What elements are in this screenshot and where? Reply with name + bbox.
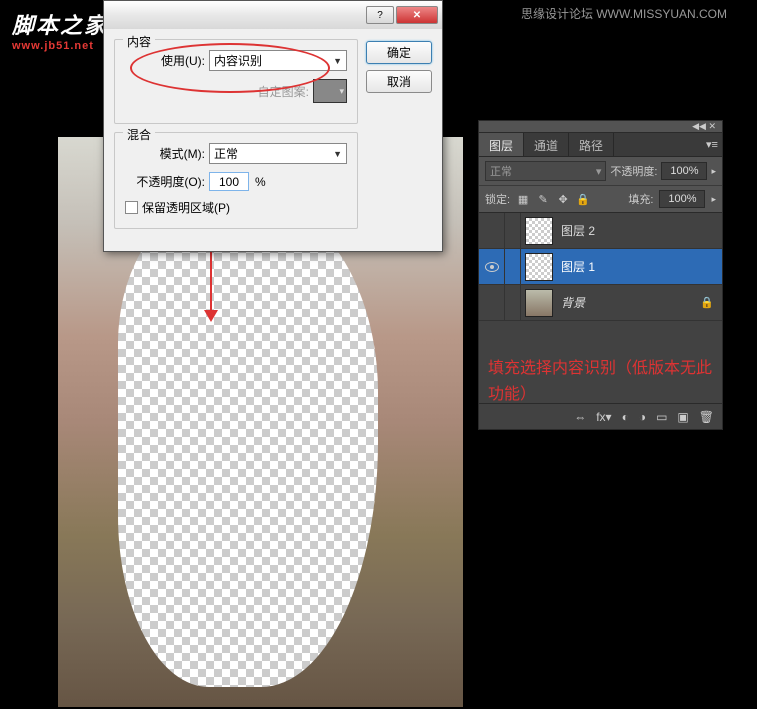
chevron-down-icon: ▾: [596, 165, 602, 178]
layer-row[interactable]: 图层 1: [479, 249, 722, 285]
tab-paths[interactable]: 路径: [569, 133, 614, 156]
link-col: [505, 285, 521, 320]
delete-layer-icon[interactable]: 🗑: [699, 410, 714, 424]
cancel-button[interactable]: 取消: [366, 70, 432, 93]
new-layer-icon[interactable]: ▣: [677, 410, 688, 424]
watermark-cn: 脚本之家: [12, 8, 108, 40]
fill-label: 填充:: [628, 191, 653, 207]
ok-button[interactable]: 确定: [366, 41, 432, 64]
transparent-selection: [118, 197, 378, 687]
layer-name[interactable]: 图层 1: [561, 258, 595, 275]
watermark-url: www.jb51.net: [12, 40, 108, 52]
opacity-input[interactable]: [209, 172, 249, 191]
visibility-toggle[interactable]: [479, 213, 505, 248]
watermark-forum: 思缘设计论坛 WWW.MISSYUAN.COM: [521, 5, 727, 22]
chevron-right-icon[interactable]: ▸: [711, 194, 716, 205]
blend-mode-value: 正常: [490, 163, 512, 179]
chevron-right-icon[interactable]: ▸: [711, 166, 716, 177]
blend-fieldset: 混合 模式(M): 正常 ▼ 不透明度(O): % 保留透明区域(P): [114, 132, 358, 229]
fill-dialog: ? ✕ 内容 使用(U): 内容识别 ▼ 自定图案: ▾: [103, 0, 443, 252]
layer-mask-icon[interactable]: ◐: [622, 410, 629, 424]
watermark-logo: 脚本之家 www.jb51.net: [12, 8, 108, 52]
opacity-label: 不透明度(O):: [125, 173, 205, 190]
opacity-suffix: %: [255, 175, 266, 189]
layer-fx-icon[interactable]: fx▾: [596, 410, 611, 424]
layer-thumbnail[interactable]: [525, 253, 553, 281]
layer-group-icon[interactable]: ▭: [656, 410, 667, 424]
chevron-down-icon: ▾: [339, 86, 344, 97]
panel-menu-icon[interactable]: ▾≡: [702, 133, 722, 156]
lock-position-icon[interactable]: ✥: [556, 192, 570, 206]
close-button[interactable]: ✕: [396, 6, 438, 24]
mode-select[interactable]: 正常 ▼: [209, 143, 347, 164]
annotation-arrow-head: [204, 310, 218, 322]
panel-opacity-input[interactable]: 100%: [661, 162, 707, 180]
tab-layers[interactable]: 图层: [479, 133, 524, 156]
use-label: 使用(U):: [125, 52, 205, 69]
content-legend: 内容: [123, 33, 155, 50]
fill-input[interactable]: 100%: [659, 190, 705, 208]
content-fieldset: 内容 使用(U): 内容识别 ▼ 自定图案: ▾: [114, 39, 358, 124]
link-col: [505, 213, 521, 248]
layer-thumbnail[interactable]: [525, 289, 553, 317]
lock-label: 锁定:: [485, 191, 510, 207]
panel-opacity-label: 不透明度:: [610, 163, 657, 179]
visibility-toggle[interactable]: [479, 249, 505, 284]
link-col: [505, 249, 521, 284]
layer-row[interactable]: 图层 2: [479, 213, 722, 249]
layer-thumbnail[interactable]: [525, 217, 553, 245]
mode-label: 模式(M):: [125, 145, 205, 162]
blend-legend: 混合: [123, 126, 155, 143]
layer-name[interactable]: 图层 2: [561, 222, 595, 239]
use-value: 内容识别: [214, 52, 262, 69]
blend-mode-select[interactable]: 正常 ▾: [485, 161, 606, 181]
layer-name[interactable]: 背景: [561, 294, 585, 311]
eye-icon: [485, 262, 499, 272]
panel-tabs: 图层 通道 路径 ▾≡: [479, 133, 722, 157]
chevron-down-icon: ▼: [333, 149, 342, 159]
adjustment-layer-icon[interactable]: ◑: [639, 410, 646, 424]
panel-collapse-bar[interactable]: ◀◀ ✕: [479, 121, 722, 133]
preserve-transparency-checkbox[interactable]: [125, 201, 138, 214]
mode-value: 正常: [214, 145, 238, 162]
lock-all-icon[interactable]: 🔒: [576, 192, 590, 206]
lock-pixels-icon[interactable]: ✎: [536, 192, 550, 206]
layer-row[interactable]: 背景 🔒: [479, 285, 722, 321]
chevron-down-icon: ▼: [333, 56, 342, 66]
dialog-titlebar[interactable]: ? ✕: [104, 1, 442, 29]
visibility-toggle[interactable]: [479, 285, 505, 320]
lock-transparency-icon[interactable]: ▦: [516, 192, 530, 206]
annotation-text: 填充选择内容识别（低版本无此功能）: [488, 356, 718, 407]
preserve-label: 保留透明区域(P): [142, 199, 230, 216]
lock-icon: 🔒: [700, 296, 714, 309]
tab-channels[interactable]: 通道: [524, 133, 569, 156]
link-layers-icon[interactable]: ⇔: [574, 410, 586, 424]
help-button[interactable]: ?: [366, 6, 394, 24]
pattern-label: 自定图案:: [258, 83, 309, 100]
use-select[interactable]: 内容识别 ▼: [209, 50, 347, 71]
pattern-swatch: ▾: [313, 79, 347, 103]
